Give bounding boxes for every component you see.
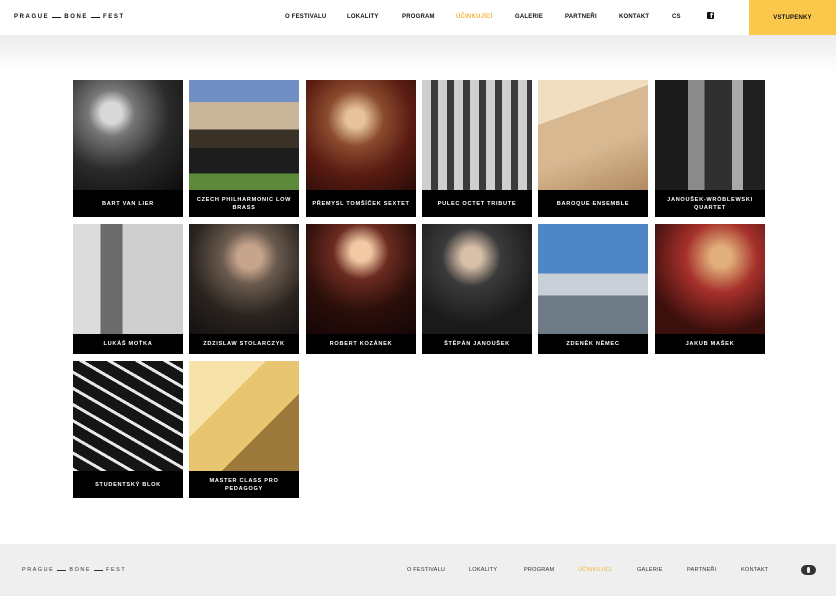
performer-card[interactable]: JANOUŠEK-WRÓBLEWSKI QUARTET xyxy=(655,80,765,217)
footer-nav-kontakt[interactable]: KONTAKT xyxy=(741,566,768,574)
performer-card[interactable]: MASTER CLASS PRO PEDAGOGY xyxy=(189,361,299,498)
performer-card[interactable]: BART VAN LIER xyxy=(73,80,183,217)
performer-card[interactable]: CZECH PHILHARMONIC LOW BRASS xyxy=(189,80,299,217)
logo-word-prague: PRAGUE xyxy=(14,14,50,20)
performer-card[interactable]: ŠTĚPÁN JANOUŠEK xyxy=(422,224,532,354)
facebook-icon[interactable] xyxy=(707,12,714,20)
header-shadow xyxy=(0,35,836,71)
performer-photo xyxy=(422,224,532,334)
festival-logo-icon[interactable] xyxy=(801,565,816,575)
logo-word-fest: FEST xyxy=(106,567,127,573)
performer-photo xyxy=(422,80,532,190)
footer-nav-partneri[interactable]: PARTNEŘI xyxy=(687,566,716,574)
performer-name: ŠTĚPÁN JANOUŠEK xyxy=(444,341,510,347)
performer-photo xyxy=(538,224,648,334)
performer-photo xyxy=(73,80,183,190)
performer-photo xyxy=(73,361,183,471)
performer-photo xyxy=(655,224,765,334)
nav-item-program[interactable]: PROGRAM xyxy=(402,13,435,21)
logo-word-prague: PRAGUE xyxy=(22,567,55,573)
performer-photo xyxy=(306,224,416,334)
logo-word-bone: BONE xyxy=(64,14,89,20)
performer-card[interactable]: STUDENTSKÝ BLOK xyxy=(73,361,183,498)
nav-item-lokality[interactable]: LOKALITY xyxy=(347,13,379,21)
performer-card[interactable]: ROBERT KOZÁNEK xyxy=(306,224,416,354)
performer-photo xyxy=(655,80,765,190)
performer-name: LUKÁŠ MOŤKA xyxy=(103,341,153,347)
logo-dash xyxy=(57,569,67,571)
footer-nav-lokality[interactable]: LOKALITY xyxy=(469,566,497,574)
performer-name: BAROQUE ENSEMBLE xyxy=(556,200,630,207)
logo-word-fest: FEST xyxy=(103,14,125,20)
logo-word-bone: BONE xyxy=(69,567,92,573)
performer-photo xyxy=(189,224,299,334)
performer-card[interactable]: LUKÁŠ MOŤKA xyxy=(73,224,183,354)
tickets-button[interactable]: VSTUPENKY xyxy=(749,0,836,35)
footer-nav-ucinkujici[interactable]: ÚČINKUJÍCÍ xyxy=(578,566,611,574)
performer-name: PŘEMYSL TOMŠÍČEK SEXTET xyxy=(312,200,410,207)
footer-nav-o-festivalu[interactable]: O FESTIVALU xyxy=(407,566,445,574)
performer-photo xyxy=(538,80,648,190)
performer-card[interactable]: ZDENĚK NĚMEC xyxy=(538,224,648,354)
performer-name: STUDENTSKÝ BLOK xyxy=(95,481,161,488)
logo-dash xyxy=(91,16,101,18)
performer-name: PULEC OCTET TRIBUTE xyxy=(437,200,517,207)
logo-dash xyxy=(52,16,62,18)
nav-item-ucinkujici[interactable]: ÚČINKUJÍCÍ xyxy=(456,13,492,21)
performer-card[interactable]: PULEC OCTET TRIBUTE xyxy=(422,80,532,217)
nav-item-galerie[interactable]: GALERIE xyxy=(515,13,543,21)
performer-name: MASTER CLASS PRO PEDAGOGY xyxy=(209,477,279,492)
performer-card[interactable]: PŘEMYSL TOMŠÍČEK SEXTET xyxy=(306,80,416,217)
nav-item-partneri[interactable]: PARTNEŘI xyxy=(565,13,597,21)
site-header: PRAGUE BONE FEST O FESTIVALU LOKALITY PR… xyxy=(0,0,836,35)
nav-item-o-festivalu[interactable]: O FESTIVALU xyxy=(285,13,326,21)
performer-name: ROBERT KOZÁNEK xyxy=(329,341,393,347)
language-switch-cs[interactable]: CS xyxy=(672,13,681,21)
footer-logo[interactable]: PRAGUE BONE FEST xyxy=(22,566,126,574)
site-logo[interactable]: PRAGUE BONE FEST xyxy=(14,13,125,21)
performer-photo xyxy=(189,80,299,190)
footer-nav-program[interactable]: PROGRAM xyxy=(524,566,554,574)
nav-item-kontakt[interactable]: KONTAKT xyxy=(619,13,649,21)
performer-name: JANOUŠEK-WRÓBLEWSKI QUARTET xyxy=(667,196,753,211)
footer-nav-galerie[interactable]: GALERIE xyxy=(637,566,663,574)
performer-name: ZDZISLAW STOLARCZYK xyxy=(203,341,285,347)
performer-name: JAKUB MAŠEK xyxy=(685,341,735,347)
performer-photo xyxy=(189,361,299,471)
performer-card[interactable]: ZDZISLAW STOLARCZYK xyxy=(189,224,299,354)
performer-name: BART VAN LIER xyxy=(102,200,154,207)
performer-card[interactable]: JAKUB MAŠEK xyxy=(655,224,765,354)
logo-dash xyxy=(94,569,104,571)
performer-photo xyxy=(306,80,416,190)
site-footer: PRAGUE BONE FEST O FESTIVALU LOKALITY PR… xyxy=(0,544,836,596)
performer-name: CZECH PHILHARMONIC LOW BRASS xyxy=(196,196,292,211)
performer-card[interactable]: BAROQUE ENSEMBLE xyxy=(538,80,648,217)
performer-name: ZDENĚK NĚMEC xyxy=(566,341,620,347)
performer-photo xyxy=(73,224,183,334)
